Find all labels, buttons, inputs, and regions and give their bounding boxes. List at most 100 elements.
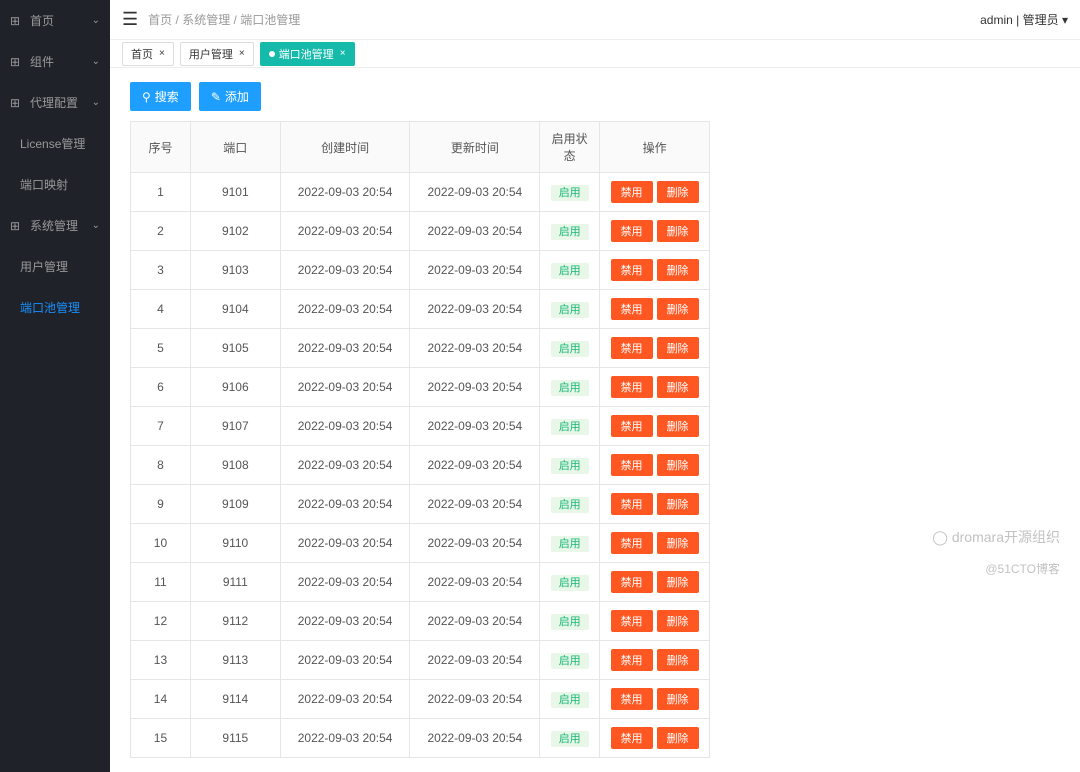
tab-label: 用户管理 xyxy=(189,46,233,62)
delete-button[interactable]: 删除 xyxy=(657,259,699,281)
disable-button[interactable]: 禁用 xyxy=(611,688,653,710)
delete-button[interactable]: 删除 xyxy=(657,688,699,710)
search-icon: ⚲ xyxy=(142,90,151,104)
sidebar-item[interactable]: 端口映射 xyxy=(0,164,110,205)
sidebar-item[interactable]: 用户管理 xyxy=(0,246,110,287)
grid-icon: ⊞ xyxy=(10,55,24,69)
table-row: 791072022-09-03 20:542022-09-03 20:54启用禁… xyxy=(131,407,710,446)
delete-button[interactable]: 删除 xyxy=(657,220,699,242)
port-table: 序号 端口 创建时间 更新时间 启用状态 操作 191012022-09-03 … xyxy=(130,121,710,758)
table-cell: 2022-09-03 20:54 xyxy=(280,446,410,485)
table-cell: 2022-09-03 20:54 xyxy=(410,173,540,212)
sidebar-item[interactable]: ⊞组件⌄ xyxy=(0,41,110,82)
disable-button[interactable]: 禁用 xyxy=(611,454,653,476)
ops-cell: 禁用删除 xyxy=(600,680,710,719)
table-cell: 9106 xyxy=(190,368,280,407)
disable-button[interactable]: 禁用 xyxy=(611,610,653,632)
breadcrumb-l1[interactable]: 系统管理 xyxy=(182,13,230,27)
sidebar-item[interactable]: License管理 xyxy=(0,123,110,164)
table-cell: 2022-09-03 20:54 xyxy=(280,524,410,563)
delete-button[interactable]: 删除 xyxy=(657,376,699,398)
table-cell: 2022-09-03 20:54 xyxy=(410,680,540,719)
user-info[interactable]: admin | 管理员 ▾ xyxy=(980,11,1068,28)
delete-button[interactable]: 删除 xyxy=(657,532,699,554)
disable-button[interactable]: 禁用 xyxy=(611,376,653,398)
menu-toggle-icon[interactable]: ☰ xyxy=(122,9,138,30)
delete-button[interactable]: 删除 xyxy=(657,571,699,593)
ops-cell: 禁用删除 xyxy=(600,446,710,485)
status-badge: 启用 xyxy=(551,224,589,240)
sidebar-item[interactable]: ⊞系统管理⌄ xyxy=(0,205,110,246)
sidebar-item[interactable]: 端口池管理 xyxy=(0,287,110,328)
disable-button[interactable]: 禁用 xyxy=(611,181,653,203)
table-cell: 9114 xyxy=(190,680,280,719)
chevron-down-icon: ⌄ xyxy=(92,97,100,108)
delete-button[interactable]: 删除 xyxy=(657,181,699,203)
table-cell: 14 xyxy=(131,680,191,719)
table-cell: 10 xyxy=(131,524,191,563)
disable-button[interactable]: 禁用 xyxy=(611,415,653,437)
delete-button[interactable]: 删除 xyxy=(657,454,699,476)
toolbar: ⚲ 搜索 ✎ 添加 xyxy=(130,82,1060,111)
disable-button[interactable]: 禁用 xyxy=(611,571,653,593)
chevron-down-icon: ▾ xyxy=(1062,13,1068,27)
ops-cell: 禁用删除 xyxy=(600,485,710,524)
breadcrumb: 首页 / 系统管理 / 端口池管理 xyxy=(148,11,300,28)
status-badge: 启用 xyxy=(551,341,589,357)
status-cell: 启用 xyxy=(540,173,600,212)
tab-label: 端口池管理 xyxy=(279,46,334,62)
disable-button[interactable]: 禁用 xyxy=(611,727,653,749)
table-cell: 9 xyxy=(131,485,191,524)
chevron-down-icon: ⌄ xyxy=(92,56,100,67)
breadcrumb-l2[interactable]: 端口池管理 xyxy=(240,13,300,27)
close-icon[interactable]: × xyxy=(159,48,165,59)
table-row: 291022022-09-03 20:542022-09-03 20:54启用禁… xyxy=(131,212,710,251)
sidebar-item[interactable]: ⊞代理配置⌄ xyxy=(0,82,110,123)
disable-button[interactable]: 禁用 xyxy=(611,298,653,320)
table-cell: 6 xyxy=(131,368,191,407)
tab[interactable]: 用户管理 × xyxy=(180,42,254,66)
close-icon[interactable]: × xyxy=(340,48,346,59)
disable-button[interactable]: 禁用 xyxy=(611,220,653,242)
status-cell: 启用 xyxy=(540,251,600,290)
delete-button[interactable]: 删除 xyxy=(657,415,699,437)
disable-button[interactable]: 禁用 xyxy=(611,259,653,281)
status-cell: 启用 xyxy=(540,407,600,446)
status-cell: 启用 xyxy=(540,719,600,758)
add-button[interactable]: ✎ 添加 xyxy=(199,82,261,111)
sidebar-item[interactable]: ⊞首页⌄ xyxy=(0,0,110,41)
table-cell: 2022-09-03 20:54 xyxy=(280,251,410,290)
status-badge: 启用 xyxy=(551,536,589,552)
col-updated: 更新时间 xyxy=(410,122,540,173)
status-badge: 启用 xyxy=(551,575,589,591)
dot-icon xyxy=(269,51,275,57)
grid-icon: ⊞ xyxy=(10,14,24,28)
table-cell: 2022-09-03 20:54 xyxy=(280,485,410,524)
disable-button[interactable]: 禁用 xyxy=(611,532,653,554)
sidebar-item-label: 代理配置 xyxy=(30,94,78,111)
tab[interactable]: 端口池管理 × xyxy=(260,42,355,66)
watermark-attribution: @51CTO博客 xyxy=(985,560,1060,577)
disable-button[interactable]: 禁用 xyxy=(611,337,653,359)
delete-button[interactable]: 删除 xyxy=(657,727,699,749)
search-button[interactable]: ⚲ 搜索 xyxy=(130,82,191,111)
delete-button[interactable]: 删除 xyxy=(657,649,699,671)
tab[interactable]: 首页× xyxy=(122,42,174,66)
breadcrumb-home[interactable]: 首页 xyxy=(148,13,172,27)
table-cell: 2022-09-03 20:54 xyxy=(410,251,540,290)
table-row: 1291122022-09-03 20:542022-09-03 20:54启用… xyxy=(131,602,710,641)
delete-button[interactable]: 删除 xyxy=(657,493,699,515)
table-row: 1391132022-09-03 20:542022-09-03 20:54启用… xyxy=(131,641,710,680)
delete-button[interactable]: 删除 xyxy=(657,298,699,320)
status-cell: 启用 xyxy=(540,563,600,602)
delete-button[interactable]: 删除 xyxy=(657,337,699,359)
table-row: 491042022-09-03 20:542022-09-03 20:54启用禁… xyxy=(131,290,710,329)
status-badge: 启用 xyxy=(551,302,589,318)
table-cell: 2022-09-03 20:54 xyxy=(280,407,410,446)
table-cell: 8 xyxy=(131,446,191,485)
disable-button[interactable]: 禁用 xyxy=(611,649,653,671)
close-icon[interactable]: × xyxy=(239,48,245,59)
disable-button[interactable]: 禁用 xyxy=(611,493,653,515)
status-cell: 启用 xyxy=(540,485,600,524)
delete-button[interactable]: 删除 xyxy=(657,610,699,632)
